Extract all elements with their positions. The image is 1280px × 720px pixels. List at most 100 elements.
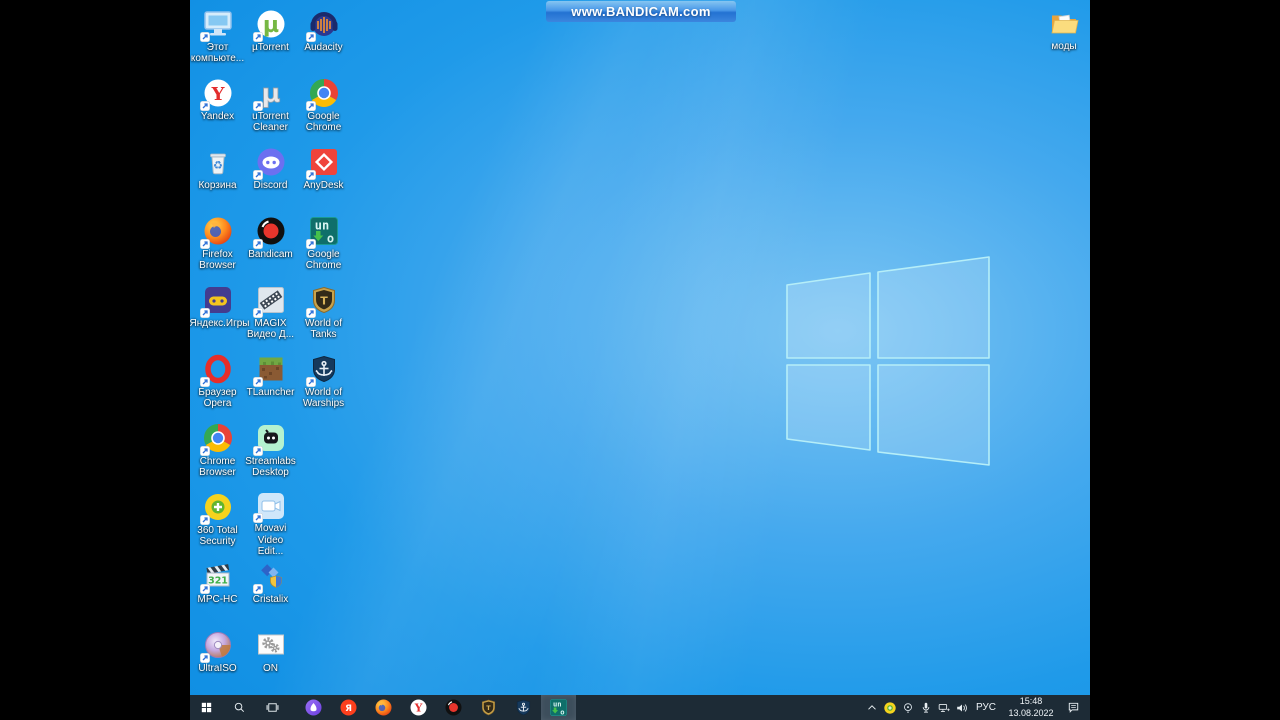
volume-tray[interactable] <box>953 695 971 720</box>
desktop-icon-yandex-games[interactable]: Яндекс.Игры <box>190 281 250 350</box>
network-tray[interactable] <box>935 695 953 720</box>
svg-text:Я: Я <box>345 704 352 714</box>
taskbar-empty-area[interactable] <box>576 695 863 720</box>
desktop-folder-mody[interactable]: моды <box>1036 6 1090 52</box>
tray-expand-chevron[interactable] <box>863 695 881 720</box>
shortcut-arrow-icon <box>252 513 263 524</box>
desktop-icon-label: MAGIX Видео Д... <box>246 318 295 341</box>
desktop-icon-firefox-browser[interactable]: Firefox Browser <box>191 212 244 281</box>
right-black-bar <box>1090 0 1280 720</box>
desktop-icon-label: UltraISO <box>198 663 237 674</box>
desktop-icon-uno-google-chrome[interactable]: un o Google Chrome <box>297 212 350 281</box>
microphone-tray[interactable] <box>917 695 935 720</box>
desktop-icon-magix-video[interactable]: MAGIX Видео Д... <box>244 281 297 350</box>
desktop-icon-ultraiso[interactable]: UltraISO <box>191 626 244 695</box>
svg-text:un: un <box>314 219 328 233</box>
desktop-icon-label: Movavi Video Edit... <box>254 523 287 557</box>
recorder-tray[interactable] <box>899 695 917 720</box>
shortcut-arrow-icon <box>252 584 263 594</box>
tray-icons <box>863 695 971 720</box>
chrome-icon <box>305 76 341 111</box>
desktop-icon-anydesk[interactable]: AnyDesk <box>297 143 350 212</box>
desktop-icon-streamlabs-desktop[interactable]: Streamlabs Desktop <box>244 419 297 488</box>
language-indicator[interactable]: РУС <box>971 702 1001 713</box>
t360-icon <box>199 490 235 525</box>
desktop-icon-label: µTorrent <box>252 42 289 53</box>
svg-text:o: o <box>560 707 564 716</box>
shortcut-arrow-icon <box>252 101 263 111</box>
monitor-icon <box>199 7 235 42</box>
wows-icon <box>305 352 341 387</box>
desktop-surface[interactable]: www.BANDICAM.com Этот компьюте... µ µTorre… <box>190 0 1090 720</box>
desktop-icon-label: uTorrent Cleaner <box>252 111 289 134</box>
desktop-icon-360-total-security[interactable]: 360 Total Security <box>191 488 244 557</box>
shortcut-arrow-icon <box>252 170 263 180</box>
shortcut-arrow-icon <box>199 653 210 663</box>
taskbar-app-buttons: Я Y Tun o <box>296 695 576 720</box>
task-view-button[interactable] <box>256 695 289 720</box>
windows-logo <box>786 256 990 466</box>
desktop-icon-label: MPC-HC <box>197 594 238 605</box>
desktop-icon-utorrent[interactable]: µ µTorrent <box>244 5 297 74</box>
desktop-icon-label: Яндекс.Игры <box>190 318 250 329</box>
uno-icon: un o <box>305 214 341 249</box>
svg-text:T: T <box>486 704 491 712</box>
wot-icon: T <box>305 283 341 318</box>
taskbar-clock[interactable]: 15:48 13.08.2022 <box>1001 696 1061 719</box>
shortcut-arrow-icon <box>305 32 316 42</box>
start-button[interactable] <box>190 695 223 720</box>
desktop-icon-mpc-hc[interactable]: 321 MPC-HC <box>191 557 244 626</box>
taskbar-app-yandex[interactable]: Y <box>401 695 436 720</box>
desktop-icon-world-of-warships[interactable]: World of Warships <box>297 350 350 419</box>
svg-text:µ: µ <box>262 13 278 38</box>
shortcut-arrow-icon <box>199 32 210 42</box>
movavi-icon <box>252 490 288 524</box>
desktop-icon-on[interactable]: ON <box>244 626 297 695</box>
desktop-icon-tlauncher[interactable]: TLauncher <box>244 350 297 419</box>
desktop-icon-label: AnyDesk <box>303 180 344 191</box>
desktop-icon-label: Discord <box>253 180 288 191</box>
svg-text:♻: ♻ <box>213 159 223 172</box>
tlauncher-icon <box>252 352 288 387</box>
desktop-icon-utorrent-cleaner[interactable]: µ uTorrent Cleaner <box>244 74 297 143</box>
search-button[interactable] <box>223 695 256 720</box>
taskbar-app-yandex-alice[interactable] <box>296 695 331 720</box>
bandicam-icon <box>252 214 288 249</box>
magix-icon <box>252 283 288 318</box>
desktop-icon-this-pc[interactable]: Этот компьюте... <box>191 5 244 74</box>
desktop-icon-audacity[interactable]: Audacity <box>297 5 350 74</box>
desktop-icon-movavi-video-editor[interactable]: Movavi Video Edit... <box>244 488 297 557</box>
desktop-icon-cristalix[interactable]: Cristalix <box>244 557 297 626</box>
svg-text:321: 321 <box>208 576 228 587</box>
taskbar-app-firefox[interactable] <box>366 695 401 720</box>
desktop-icon-label: Google Chrome <box>305 249 342 272</box>
desktop-icon-discord[interactable]: Discord <box>244 143 297 212</box>
shortcut-arrow-icon <box>252 377 263 387</box>
taskbar-app-yandex-browser[interactable]: Я <box>331 695 366 720</box>
taskbar-app-world-of-warships[interactable] <box>506 695 541 720</box>
desktop-icon-recycle-bin[interactable]: ♻ Корзина <box>191 143 244 212</box>
desktop-icon-google-chrome[interactable]: Google Chrome <box>297 74 350 143</box>
desktop-icon-yandex[interactable]: Y Yandex <box>191 74 244 143</box>
desktop-icon-label: World of Warships <box>302 387 345 410</box>
taskbar-app-bandicam[interactable] <box>436 695 471 720</box>
desktop-icon-bandicam[interactable]: Bandicam <box>244 212 297 281</box>
desktop-icon-label: TLauncher <box>246 387 295 398</box>
desktop-icon-world-of-tanks[interactable]: T World of Tanks <box>297 281 350 350</box>
action-center-button[interactable] <box>1061 695 1085 720</box>
firefox-icon <box>199 214 235 249</box>
yandex-icon: Y <box>199 76 235 111</box>
svg-text:Y: Y <box>210 84 225 105</box>
desktop-icon-label: Yandex <box>200 111 235 122</box>
cristalix-icon <box>252 559 288 594</box>
shortcut-arrow-icon <box>305 170 316 180</box>
bandicam-watermark: www.BANDICAM.com <box>546 1 736 22</box>
desktop-icon-opera-browser[interactable]: Браузер Opera <box>191 350 244 419</box>
desktop-icon-label: Firefox Browser <box>199 249 236 272</box>
360-security-tray[interactable] <box>881 695 899 720</box>
shortcut-arrow-icon <box>199 446 210 456</box>
taskbar-app-world-of-tanks[interactable]: T <box>471 695 506 720</box>
desktop-icon-chrome-browser[interactable]: Chrome Browser <box>191 419 244 488</box>
taskbar-app-uno[interactable]: un o <box>541 695 576 720</box>
shortcut-arrow-icon <box>199 584 210 594</box>
